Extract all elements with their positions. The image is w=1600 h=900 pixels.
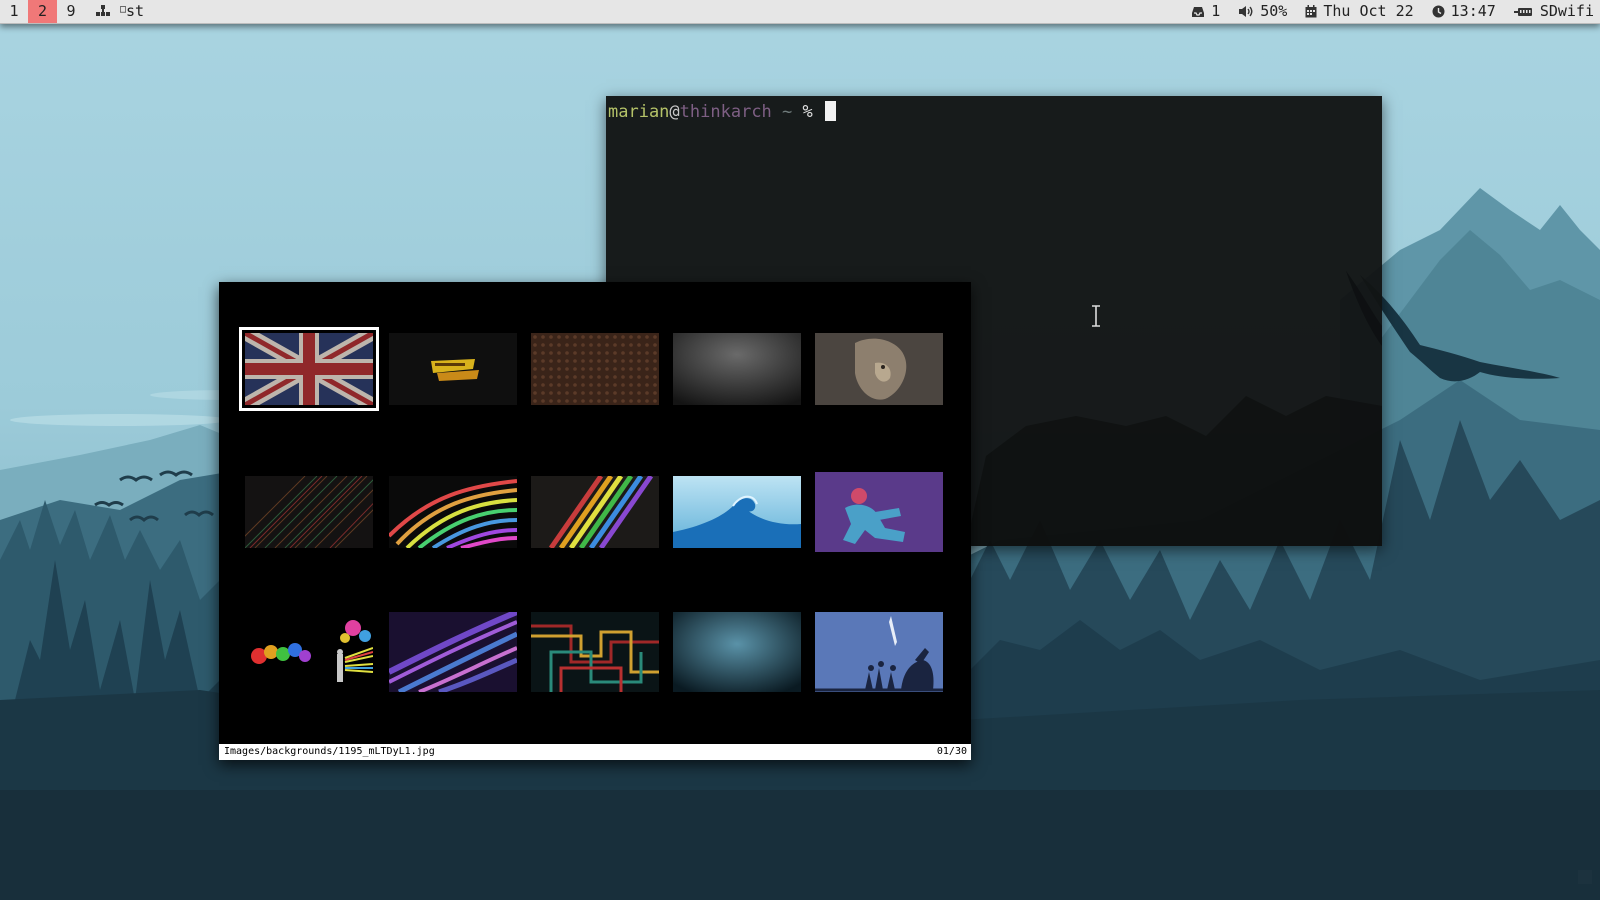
thumbnail-purple-lines[interactable] [389,612,517,692]
status-area: 1 50% Thu Oct 22 13:47 SDwifi [1173,0,1594,23]
thumbnail-purple-figure[interactable] [815,472,943,552]
mail-count: 1 [1211,2,1221,20]
volume-value: 50% [1260,2,1288,20]
window-title: □st [120,0,144,23]
inbox-icon [1192,6,1205,17]
network-name: SDwifi [1539,2,1594,20]
prompt-user: marian [608,102,670,122]
time-value: 13:47 [1450,2,1496,20]
text-cursor [825,101,836,121]
thumbnail-grid [219,282,971,744]
date-value: Thu Oct 22 [1323,2,1414,20]
time-status: 13:47 [1432,0,1496,23]
mail-status: 1 [1191,0,1220,23]
workspace-1-label: 1 [9,2,19,20]
thumbnail-lion[interactable] [815,333,943,405]
image-counter: 01/30 [936,746,967,757]
workspace-2-label: 2 [37,2,48,20]
layout-icon[interactable] [95,0,111,23]
selected-file-path: Images/backgrounds/1195_mLTDyL1.jpg [224,746,435,757]
thumbnail-rainbow-stripes[interactable] [531,476,659,548]
workspace-1[interactable]: 1 [0,0,28,23]
thumbnail-rainbow-curves[interactable] [389,476,517,548]
thumbnail-dark-diagonal-lines[interactable] [245,476,373,548]
top-status-bar: 1 2 9 □st 1 50% Thu Oct 22 13:47 SDwifi [0,0,1600,24]
ethernet-icon [1513,7,1532,16]
thumbnail-brown-pattern[interactable] [531,333,659,405]
thumbnail-dark-blue-gradient[interactable] [673,612,801,692]
thumbnail-retro-pipes[interactable] [531,612,659,692]
viewer-status-bar: Images/backgrounds/1195_mLTDyL1.jpg 01/3… [219,744,971,760]
workspace-2[interactable]: 2 [28,0,57,23]
workspace-9-label: 9 [66,2,76,20]
workspace-9[interactable]: 9 [57,0,85,23]
image-viewer-window[interactable]: Images/backgrounds/1195_mLTDyL1.jpg 01/3… [219,282,971,760]
thumbnail-paint-splash[interactable] [245,612,373,692]
speaker-icon [1239,6,1253,17]
ibeam-cursor-icon [1092,305,1100,327]
date-status: Thu Oct 22 [1305,0,1414,23]
volume-status[interactable]: 50% [1238,0,1287,23]
thumbnail-blue-water-wave[interactable] [673,476,801,548]
thumbnail-back-to-the-future[interactable] [389,333,517,405]
thumbnail-blue-silhouettes[interactable] [815,612,943,692]
floating-indicator-icon: □ [120,4,127,15]
thumbnail-union-jack[interactable] [239,327,379,411]
prompt-host: thinkarch [679,102,772,122]
thumbnail-gray-gradient[interactable] [673,333,801,405]
shell-prompt[interactable]: marian@thinkarch ~ % [608,101,836,123]
calendar-icon [1305,5,1317,18]
prompt-directory: ~ [771,102,803,122]
prompt-symbol: % [802,102,823,122]
prompt-at: @ [669,102,680,122]
network-status[interactable]: SDwifi [1513,0,1594,23]
window-title-text: st [126,2,145,20]
clock-icon [1432,5,1445,18]
